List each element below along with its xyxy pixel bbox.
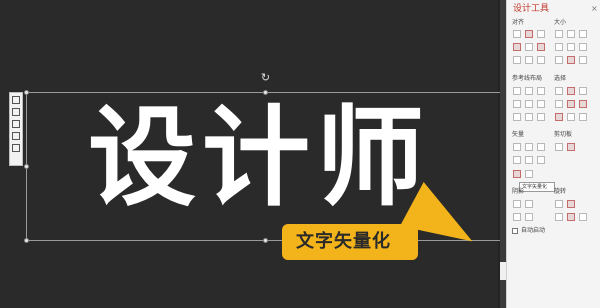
select-ungroup-icon[interactable]: [567, 113, 575, 121]
style-option-icon[interactable]: [12, 108, 20, 116]
main-heading-text[interactable]: 设计师: [88, 94, 448, 224]
section-vector: 矢量: [512, 131, 525, 138]
guide-show-icon[interactable]: [525, 113, 533, 121]
guide-vertical-icon[interactable]: [525, 87, 533, 95]
size-width-icon[interactable]: [555, 30, 563, 38]
clip-copy-icon[interactable]: [555, 143, 563, 151]
align-bottom-icon[interactable]: [537, 43, 545, 51]
resize-handle-bl[interactable]: [24, 238, 29, 243]
guide-clear-icon[interactable]: [537, 100, 545, 108]
filter-option-icon[interactable]: [12, 144, 20, 152]
auto-start-checkbox[interactable]: [512, 228, 518, 234]
align-top-icon[interactable]: [513, 43, 521, 51]
rotate-reset-icon[interactable]: [579, 213, 587, 221]
shadow-hard-icon[interactable]: [525, 213, 533, 221]
section-clip: 剪切板: [554, 131, 573, 138]
select-invert-icon[interactable]: [567, 100, 575, 108]
layout-option-icon[interactable]: [12, 96, 20, 104]
guide-horizontal-icon[interactable]: [513, 87, 521, 95]
resize-handle-ml[interactable]: [24, 164, 29, 169]
guide-center-icon[interactable]: [525, 100, 533, 108]
size-height-icon[interactable]: [567, 30, 575, 38]
align-slide-icon[interactable]: [537, 56, 545, 64]
callout-label: 文字矢量化: [296, 231, 391, 252]
rotate-left-icon[interactable]: [555, 200, 563, 208]
align-middle-icon[interactable]: [525, 43, 533, 51]
guide-grid-icon[interactable]: [537, 87, 545, 95]
app-window: ↻ 设计师 文字矢量化 设计工具 × 对齐 大小 参考线布局 选择 矢量 剪切板…: [0, 0, 600, 308]
select-all-icon[interactable]: [579, 100, 587, 108]
shadow-soft-icon[interactable]: [513, 213, 521, 221]
align-right-icon[interactable]: [537, 30, 545, 38]
size-scale-icon[interactable]: [555, 56, 563, 64]
vector-shape-icon[interactable]: [513, 143, 521, 151]
select-type-icon[interactable]: [555, 100, 563, 108]
select-size-icon[interactable]: [579, 87, 587, 95]
select-color-icon[interactable]: [567, 87, 575, 95]
text-vectorize-icon[interactable]: [513, 170, 521, 178]
select-same-icon[interactable]: [555, 87, 563, 95]
shadow-add-icon[interactable]: [513, 200, 521, 208]
size-match-icon[interactable]: [555, 43, 563, 51]
vector-edit-icon[interactable]: [537, 156, 545, 164]
resize-handle-tl[interactable]: [24, 90, 29, 95]
distribute-v-icon[interactable]: [525, 56, 533, 64]
mini-toolbar: [9, 92, 23, 166]
outline-option-icon[interactable]: [12, 132, 20, 140]
guide-hide-icon[interactable]: [537, 113, 545, 121]
section-guides: 参考线布局: [512, 75, 543, 82]
size-both-icon[interactable]: [579, 30, 587, 38]
section-shadow: 阴影: [512, 188, 525, 195]
section-align: 对齐: [512, 19, 525, 26]
vector-outline-icon[interactable]: [513, 156, 521, 164]
resize-handle-bc[interactable]: [263, 238, 268, 243]
vector-fill-icon[interactable]: [525, 156, 533, 164]
tooltip: 文字矢量化: [519, 182, 555, 192]
auto-start-label: 自动启动: [521, 227, 546, 234]
panel-title: 设计工具: [513, 4, 550, 14]
distribute-h-icon[interactable]: [513, 56, 521, 64]
fill-option-icon[interactable]: [12, 120, 20, 128]
vector-extra-icon[interactable]: [525, 170, 533, 178]
section-adjust: 旋转: [554, 188, 567, 195]
guide-lock-icon[interactable]: [513, 113, 521, 121]
select-group-icon[interactable]: [555, 113, 563, 121]
section-select: 选择: [554, 75, 567, 82]
align-left-icon[interactable]: [513, 30, 521, 38]
vector-merge-icon[interactable]: [525, 143, 533, 151]
close-icon[interactable]: ×: [591, 3, 598, 15]
rotate-right-icon[interactable]: [567, 200, 575, 208]
flip-v-icon[interactable]: [567, 213, 575, 221]
align-center-icon[interactable]: [525, 30, 533, 38]
size-fit-icon[interactable]: [579, 43, 587, 51]
size-grid-icon[interactable]: [567, 43, 575, 51]
flip-h-icon[interactable]: [555, 213, 563, 221]
clip-paste-icon[interactable]: [567, 143, 575, 151]
section-size: 大小: [554, 19, 567, 26]
size-fill-icon[interactable]: [567, 56, 575, 64]
vector-split-icon[interactable]: [537, 143, 545, 151]
select-layer-icon[interactable]: [579, 113, 587, 121]
size-lock-icon[interactable]: [579, 56, 587, 64]
rotate-handle-icon[interactable]: ↻: [260, 72, 271, 83]
slide-canvas[interactable]: ↻ 设计师 文字矢量化: [0, 0, 506, 308]
guide-margin-icon[interactable]: [513, 100, 521, 108]
shadow-remove-icon[interactable]: [525, 200, 533, 208]
